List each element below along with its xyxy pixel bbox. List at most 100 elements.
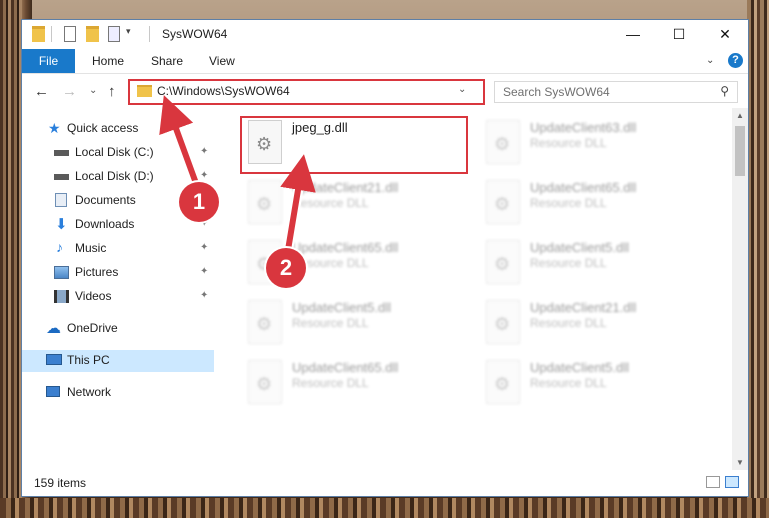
file-type: Resource DLL xyxy=(530,316,607,330)
file-name: UpdateClient65.dll xyxy=(292,240,399,255)
pin-icon[interactable]: ✦ xyxy=(200,146,208,157)
sidebar-item-label: Local Disk (C:) xyxy=(75,145,154,159)
music-icon: ♪ xyxy=(56,239,63,255)
search-icon: ⚲ xyxy=(720,84,729,98)
sidebar-item-label: Pictures xyxy=(75,265,119,279)
file-item[interactable]: ⚙ UpdateClient63.dll Resource DLL xyxy=(480,114,706,170)
navigation-bar: ← → ⌄ ↑ C:\Windows\SysWOW64 ⌄ ↻ Search S… xyxy=(22,74,748,108)
file-type: Resource DLL xyxy=(292,316,369,330)
pin-icon[interactable]: ✦ xyxy=(200,242,208,253)
separator xyxy=(149,26,150,42)
expand-ribbon-icon[interactable]: ⌄ xyxy=(706,55,714,66)
tab-home[interactable]: Home xyxy=(92,49,124,73)
sidebar-item-this-pc[interactable]: This PC xyxy=(22,350,214,372)
gear-icon: ⚙ xyxy=(494,134,511,154)
recent-locations-button[interactable]: ⌄ xyxy=(89,85,97,96)
gear-icon: ⚙ xyxy=(494,194,511,214)
file-type: Resource DLL xyxy=(292,376,369,390)
file-name: UpdateClient65.dll xyxy=(292,360,399,375)
desktop-background-left xyxy=(0,0,22,518)
file-item[interactable]: ⚙ UpdateClient5.dll Resource DLL xyxy=(480,234,706,290)
folder-icon xyxy=(137,85,152,97)
search-input[interactable]: Search SysWOW64 ⚲ xyxy=(494,81,738,103)
sidebar-item-videos[interactable]: Videos ✦ xyxy=(22,286,214,308)
downloads-icon: ⬇ xyxy=(55,216,68,233)
scroll-down-icon[interactable]: ▼ xyxy=(736,458,744,467)
maximize-button[interactable]: ☐ xyxy=(656,20,702,49)
file-explorer-window: ▾ SysWOW64 — ☐ ✕ File Home Share View ⌄ … xyxy=(22,20,748,496)
gear-icon: ⚙ xyxy=(494,254,511,274)
close-button[interactable]: ✕ xyxy=(702,20,748,49)
file-type: Resource DLL xyxy=(530,196,607,210)
customize-toolbar-icon[interactable] xyxy=(108,26,120,42)
sidebar-item-pictures[interactable]: Pictures ✦ xyxy=(22,262,214,284)
address-dropdown-icon[interactable]: ⌄ xyxy=(458,84,466,95)
folder-icon[interactable] xyxy=(32,26,45,42)
window-title: SysWOW64 xyxy=(162,27,228,41)
dll-file-icon: ⚙ xyxy=(486,300,520,344)
item-count: 159 items xyxy=(34,476,87,490)
tab-share[interactable]: Share xyxy=(151,49,183,73)
sidebar-item-label: This PC xyxy=(67,353,110,367)
minimize-button[interactable]: — xyxy=(610,20,656,49)
gear-icon: ⚙ xyxy=(256,194,273,214)
file-type: Resource DLL xyxy=(530,376,607,390)
file-name: UpdateClient21.dll xyxy=(292,180,399,195)
file-type: Resource DLL xyxy=(530,136,607,150)
sidebar-item-onedrive[interactable]: ☁ OneDrive xyxy=(22,318,214,340)
up-button[interactable]: ↑ xyxy=(108,83,116,100)
dll-file-icon: ⚙ xyxy=(248,300,282,344)
scroll-up-icon[interactable]: ▲ xyxy=(736,111,744,120)
search-placeholder: Search SysWOW64 xyxy=(503,85,610,99)
back-button[interactable]: ← xyxy=(34,83,49,100)
computer-icon xyxy=(46,354,62,365)
file-highlight-box xyxy=(240,116,468,174)
pictures-icon xyxy=(54,266,69,279)
help-icon[interactable]: ? xyxy=(728,53,743,68)
address-path: C:\Windows\SysWOW64 xyxy=(157,84,290,98)
sidebar-item-label: Documents xyxy=(75,193,136,207)
sidebar-item-music[interactable]: ♪ Music ✦ xyxy=(22,238,214,260)
file-item[interactable]: ⚙ UpdateClient5.dll Resource DLL xyxy=(242,294,468,350)
sidebar-item-quick-access[interactable]: ★ Quick access xyxy=(22,118,214,140)
properties-icon[interactable] xyxy=(64,26,76,42)
file-type: Resource DLL xyxy=(530,256,607,270)
gear-icon: ⚙ xyxy=(256,374,273,394)
sidebar-item-local-disk-d[interactable]: Local Disk (D:) ✦ xyxy=(22,166,214,188)
desktop-background-right xyxy=(747,0,769,518)
address-bar[interactable]: C:\Windows\SysWOW64 ⌄ ↻ xyxy=(128,79,583,105)
gear-icon: ⚙ xyxy=(256,314,273,334)
new-folder-icon[interactable] xyxy=(86,26,99,42)
sidebar-item-label: Music xyxy=(75,241,107,255)
file-item[interactable]: ⚙ UpdateClient21.dll Resource DLL xyxy=(480,294,706,350)
dll-file-icon: ⚙ xyxy=(486,360,520,404)
step-badge-2: 2 xyxy=(266,248,306,288)
file-name: UpdateClient65.dll xyxy=(530,180,637,195)
gear-icon: ⚙ xyxy=(494,374,511,394)
pin-icon[interactable]: ✦ xyxy=(200,266,208,277)
file-item[interactable]: ⚙ UpdateClient65.dll Resource DLL xyxy=(480,174,706,230)
details-view-icon[interactable] xyxy=(706,476,720,488)
file-item[interactable]: ⚙ UpdateClient5.dll Resource DLL xyxy=(480,354,706,410)
drive-icon xyxy=(54,174,69,180)
dll-file-icon: ⚙ xyxy=(486,180,520,224)
tab-view[interactable]: View xyxy=(209,49,235,73)
chevron-down-icon[interactable]: ▾ xyxy=(126,26,131,42)
scrollbar-thumb[interactable] xyxy=(735,126,745,176)
forward-button[interactable]: → xyxy=(62,83,77,100)
navigation-pane: ★ Quick access Local Disk (C:) ✦ Local D… xyxy=(22,108,214,470)
pin-icon[interactable]: ✦ xyxy=(200,170,208,181)
sidebar-item-local-disk-c[interactable]: Local Disk (C:) ✦ xyxy=(22,142,214,164)
large-icons-view-icon[interactable] xyxy=(725,476,739,488)
documents-icon xyxy=(55,193,67,207)
file-name: UpdateClient5.dll xyxy=(530,240,630,255)
file-item[interactable]: ⚙ UpdateClient65.dll Resource DLL xyxy=(242,354,468,410)
tab-file[interactable]: File xyxy=(22,49,75,73)
ribbon-tabs: File Home Share View ⌄ ? xyxy=(22,49,748,74)
file-item[interactable]: ⚙ UpdateClient21.dll Resource DLL xyxy=(242,174,468,230)
sidebar-item-label: Videos xyxy=(75,289,112,303)
pin-icon[interactable]: ✦ xyxy=(200,290,208,301)
sidebar-item-label: OneDrive xyxy=(67,321,118,335)
sidebar-item-network[interactable]: Network xyxy=(22,382,214,404)
vertical-scrollbar[interactable]: ▲ ▼ xyxy=(732,108,748,470)
